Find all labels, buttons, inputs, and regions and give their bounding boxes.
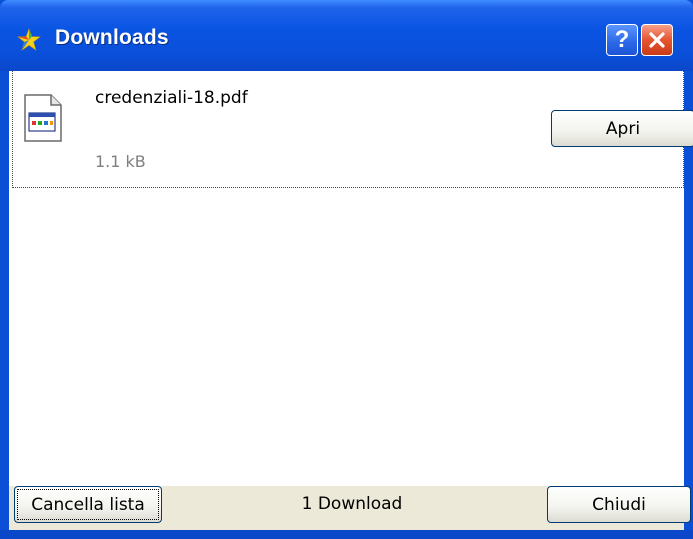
window-client-area: credenziali-18.pdf 1.1 kB Apri Cancella … [9,71,693,530]
download-item[interactable]: credenziali-18.pdf 1.1 kB Apri [12,71,693,188]
file-document-icon [24,94,62,142]
downloads-window: Downloads ? credenziali-18.pdf 1.1 kB Ap… [0,0,693,539]
open-file-button[interactable]: Apri [551,110,693,147]
title-bar[interactable]: Downloads ? [0,0,693,71]
window-title: Downloads [55,26,169,49]
downloads-star-icon [17,28,41,51]
download-list[interactable]: credenziali-18.pdf 1.1 kB Apri [9,71,693,481]
file-name: credenziali-18.pdf [95,88,248,108]
close-window-button[interactable] [641,24,673,56]
help-button[interactable]: ? [606,24,638,56]
clear-list-button[interactable]: Cancella lista [14,486,162,523]
help-icon: ? [614,26,630,53]
file-size: 1.1 kB [95,152,146,171]
close-button[interactable]: Chiudi [547,486,691,523]
download-count-status: 1 Download [301,494,403,514]
close-x-icon [649,32,665,48]
footer-bar: Cancella lista 1 Download Chiudi [9,486,691,530]
window-bottom-border [0,530,693,539]
